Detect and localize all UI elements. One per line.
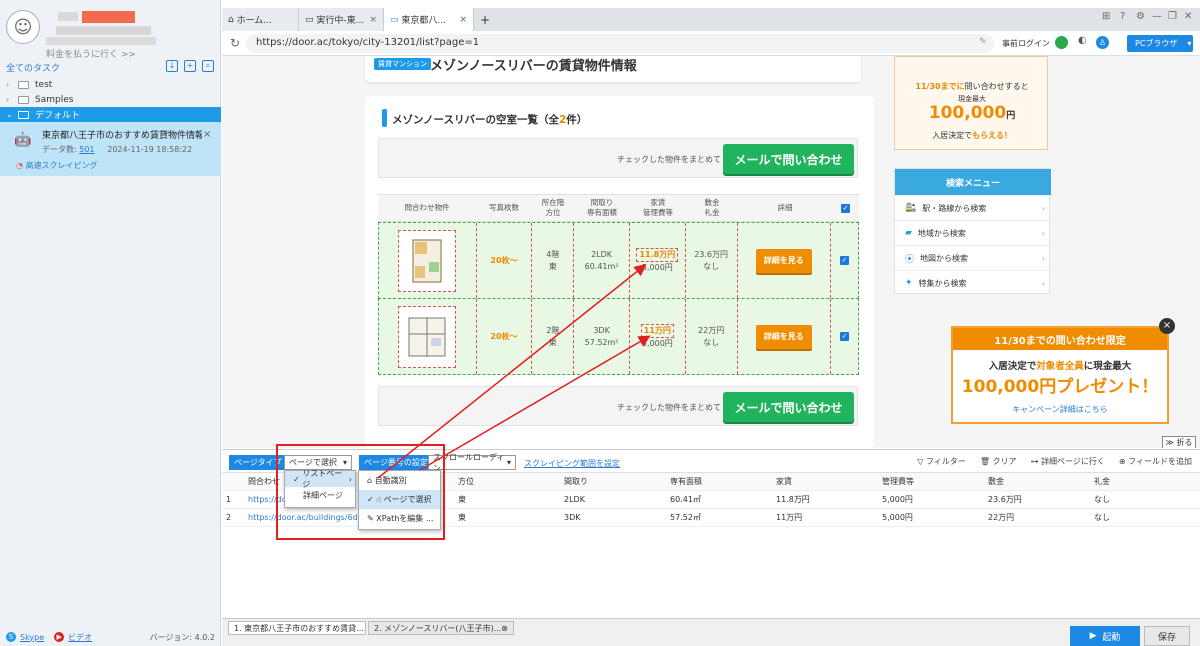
arrow-to-rent-1 (377, 264, 647, 479)
annotation-arrows (377, 264, 651, 479)
task-tab-1[interactable]: 1. 東京都八王子市のおすすめ賃貸... (228, 621, 366, 635)
bottom-task-bar: 1. 東京都八王子市のおすすめ賃貸... 2. メゾンノースリバー(八王子市).… (222, 618, 1200, 646)
task-tab-label: 2. メゾンノースリバー(八王子市)... (374, 623, 502, 633)
arrow-to-rent-2 (419, 335, 651, 471)
start-button[interactable]: ▶ 起動 (1070, 626, 1140, 646)
start-label: 起動 (1102, 632, 1121, 643)
task-tab-2[interactable]: 2. メゾンノースリバー(八王子市)... ⊗ (368, 621, 514, 635)
save-button[interactable]: 保存 (1144, 626, 1190, 646)
close-icon[interactable]: ⊗ (501, 624, 508, 633)
play-icon: ▶ (1089, 631, 1103, 641)
